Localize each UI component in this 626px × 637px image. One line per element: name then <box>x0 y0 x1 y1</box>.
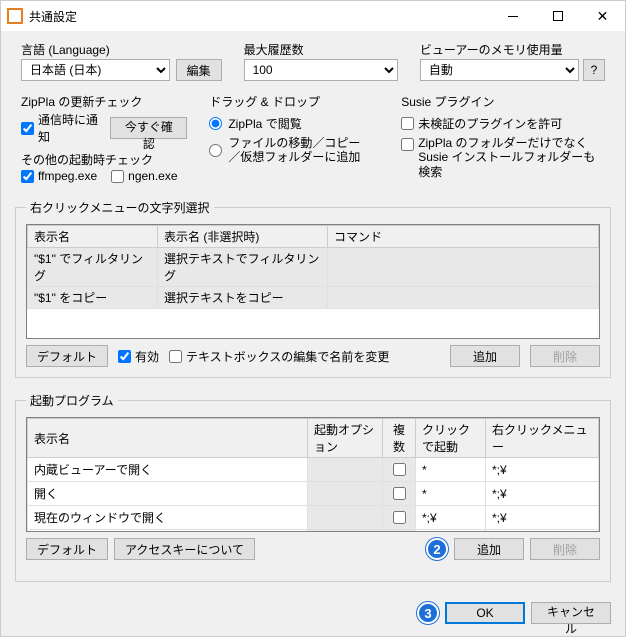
launch-add-button[interactable]: 追加 <box>454 538 524 560</box>
update-notify-checkbox[interactable]: 通信時に通知 <box>21 111 102 145</box>
susie-scan-checkbox[interactable]: ZipPla のフォルダーだけでなく Susie インストールフォルダーも検索 <box>401 136 605 179</box>
update-check-now-button[interactable]: 今すぐ確認 <box>110 117 187 139</box>
table-row[interactable]: エクスプローラーで開く/select, *;¥ <box>28 530 599 533</box>
memory-legend: ビューアーのメモリ使用量 <box>418 41 565 58</box>
badge-3: 3 <box>417 602 439 624</box>
rclick-default-button[interactable]: デフォルト <box>26 345 108 367</box>
close-button[interactable]: ✕ <box>580 1 625 31</box>
badge-2: 2 <box>426 538 448 560</box>
table-row[interactable]: "$1" でフィルタリング 選択テキストでフィルタリング <box>28 248 599 287</box>
language-select[interactable]: 日本語 (日本) <box>21 59 170 81</box>
ok-button[interactable]: OK <box>445 602 525 624</box>
window-title: 共通設定 <box>29 8 490 25</box>
ffmpeg-checkbox[interactable]: ffmpeg.exe <box>21 169 97 183</box>
app-icon <box>7 8 23 24</box>
drag-move-radio[interactable]: ファイルの移動／コピー ／仮想フォルダーに追加 <box>209 136 379 165</box>
maximize-button[interactable] <box>535 1 580 31</box>
launch-legend: 起動プログラム <box>26 392 118 409</box>
rclick-table[interactable]: 表示名 表示名 (非選択時) コマンド "$1" でフィルタリング 選択テキスト… <box>26 224 600 339</box>
rclick-delete-button[interactable]: 削除 <box>530 345 600 367</box>
minimize-button[interactable] <box>490 1 535 31</box>
other-legend: その他の起動時チェック <box>19 151 155 168</box>
drag-browse-radio[interactable]: ZipPla で閲覧 <box>209 115 379 132</box>
table-row[interactable]: 現在のウィンドウで開く *;¥*;¥ <box>28 506 599 530</box>
launch-accesskey-button[interactable]: アクセスキーについて <box>114 538 255 560</box>
rclick-legend: 右クリックメニューの文字列選択 <box>26 199 214 216</box>
table-row[interactable]: "$1" をコピー 選択テキストをコピー <box>28 287 599 309</box>
history-legend: 最大履歴数 <box>242 41 306 58</box>
language-edit-button[interactable]: 編集 <box>176 59 222 81</box>
table-row[interactable]: 開く **;¥ <box>28 482 599 506</box>
table-row[interactable]: 内蔵ビューアーで開く **;¥ <box>28 458 599 482</box>
cancel-button[interactable]: キャンセル <box>531 602 611 624</box>
rclick-rename-checkbox[interactable]: テキストボックスの編集で名前を変更 <box>169 348 389 365</box>
titlebar: 共通設定 ✕ <box>1 1 625 31</box>
launch-table[interactable]: 表示名 起動オプション 複数 クリックで起動 右クリックメニュー 内蔵ビューアー… <box>26 417 600 532</box>
history-select[interactable]: 100 <box>244 59 398 81</box>
launch-default-button[interactable]: デフォルト <box>26 538 108 560</box>
susie-legend: Susie プラグイン <box>399 93 496 110</box>
rclick-enabled-checkbox[interactable]: 有効 <box>118 348 159 365</box>
memory-select[interactable]: 自動 <box>420 59 579 81</box>
launch-delete-button[interactable]: 削除 <box>530 538 600 560</box>
memory-help-button[interactable]: ? <box>583 59 605 81</box>
language-legend: 言語 (Language) <box>19 41 112 58</box>
susie-allow-checkbox[interactable]: 未検証のプラグインを許可 <box>401 115 605 132</box>
rclick-add-button[interactable]: 追加 <box>450 345 520 367</box>
ngen-checkbox[interactable]: ngen.exe <box>111 169 177 183</box>
drag-legend: ドラッグ & ドロップ <box>207 93 322 110</box>
update-legend: ZipPla の更新チェック <box>19 93 144 110</box>
